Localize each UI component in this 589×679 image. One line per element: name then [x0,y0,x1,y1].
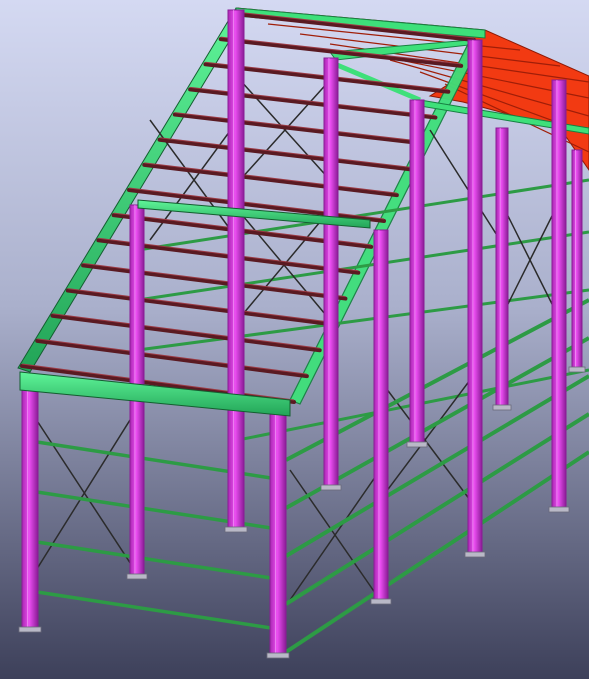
cad-viewport[interactable] [0,0,589,679]
base-plate [464,551,486,558]
base-plate [548,506,570,513]
column [373,229,389,603]
column [269,403,287,657]
column [571,149,583,371]
column [227,9,245,531]
base-plate [126,573,148,580]
base-plate [320,484,342,491]
base-plate [18,626,42,633]
base-plate [568,366,586,373]
base-plate [370,598,392,605]
column [495,127,509,409]
column [409,99,425,446]
base-plate [266,652,290,659]
steel-frame-building-render [0,0,589,679]
column [551,79,567,511]
column [323,57,339,489]
base-plate [492,404,512,411]
base-plate [406,441,428,448]
column [21,377,39,631]
base-plate [224,526,248,533]
column [467,39,483,556]
